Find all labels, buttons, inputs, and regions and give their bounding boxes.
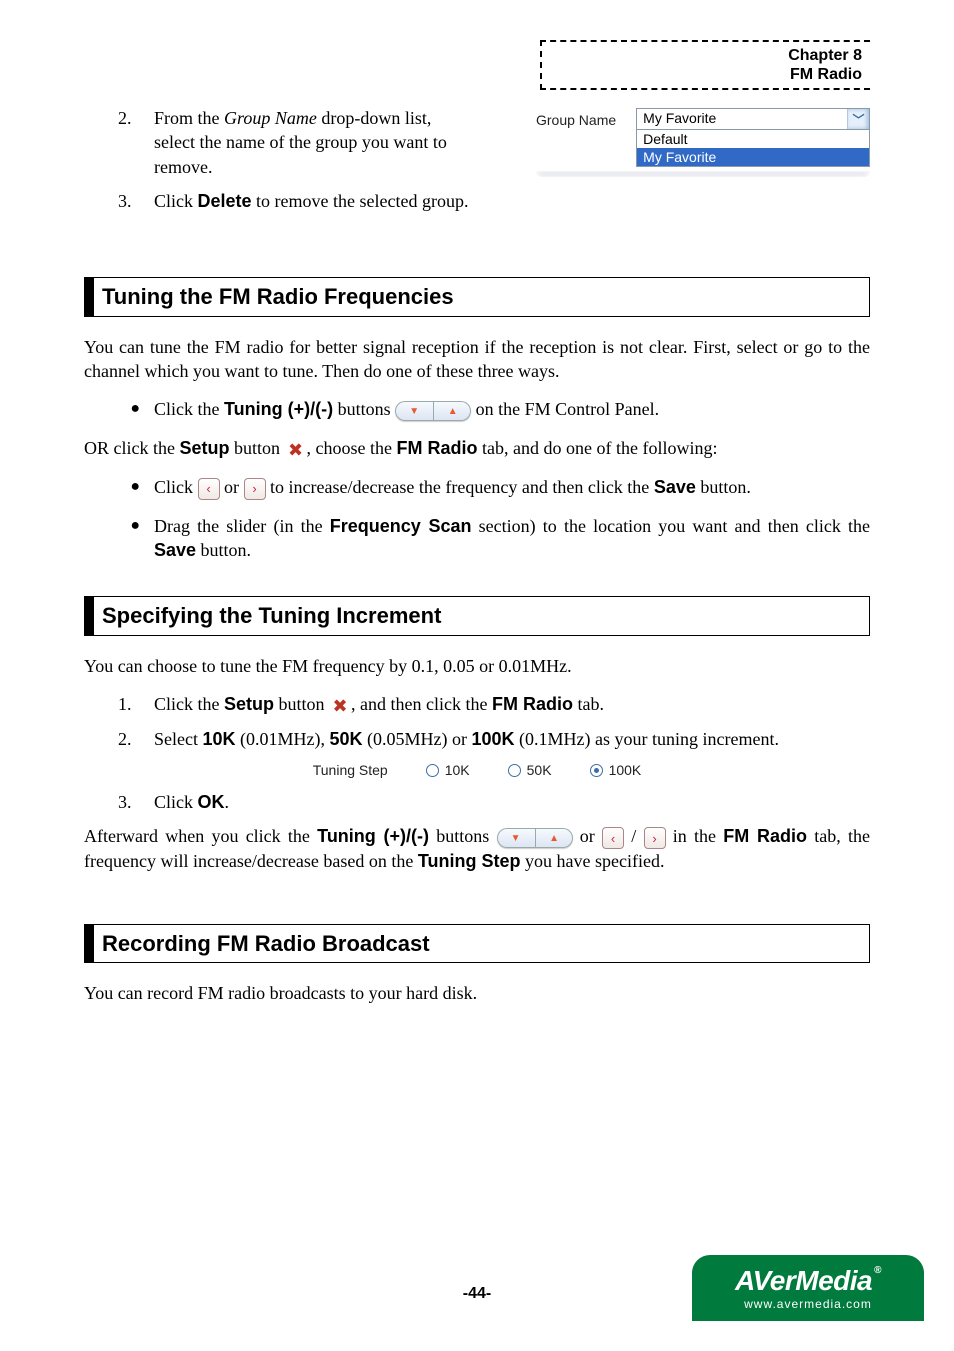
bullet-tuning-buttons: ● Click the Tuning (+)/(-) buttons ▼▲ on… bbox=[84, 397, 870, 421]
section-heading-tuning: Tuning the FM Radio Frequencies bbox=[84, 277, 870, 317]
step-3: 3. Click Delete to remove the selected g… bbox=[84, 189, 870, 213]
widget-decor bbox=[536, 171, 870, 177]
bullet-icon: ● bbox=[84, 514, 154, 563]
tuning-up-down-icon: ▼▲ bbox=[497, 828, 573, 848]
chapter-header: Chapter 8 FM Radio bbox=[540, 40, 870, 90]
avermedia-logo: AVerMedia® www.avermedia.com bbox=[692, 1255, 924, 1321]
section2-step1: 1. Click the Setup button ✖, and then cl… bbox=[84, 692, 870, 717]
radio-10k[interactable]: 10K bbox=[426, 761, 470, 780]
section2-intro: You can choose to tune the FM frequency … bbox=[84, 654, 870, 678]
chapter-line2: FM Radio bbox=[550, 65, 862, 84]
section-heading-recording: Recording FM Radio Broadcast bbox=[84, 924, 870, 964]
radio-50k[interactable]: 50K bbox=[508, 761, 552, 780]
section2-step3: 3. Click OK. bbox=[84, 790, 870, 814]
logo-url: www.avermedia.com bbox=[744, 1297, 872, 1311]
radio-100k[interactable]: 100K bbox=[590, 761, 642, 780]
group-name-option[interactable]: My Favorite bbox=[637, 148, 869, 166]
step-text: Click Delete to remove the selected grou… bbox=[154, 189, 870, 213]
section2-step2: 2. Select 10K (0.01MHz), 50K (0.05MHz) o… bbox=[84, 727, 870, 751]
setup-icon: ✖ bbox=[329, 695, 351, 717]
section2-after: Afterward when you click the Tuning (+)/… bbox=[84, 824, 870, 873]
group-name-label: Group Name bbox=[536, 108, 616, 128]
section1-or-line: OR click the Setup button ✖, choose the … bbox=[84, 436, 870, 461]
group-name-widget: Group Name My Favorite ﹀ Default My Favo… bbox=[536, 108, 870, 177]
tuning-up-down-icon: ▼▲ bbox=[395, 401, 471, 421]
section-heading-increment: Specifying the Tuning Increment bbox=[84, 596, 870, 636]
bullet-slider: ● Drag the slider (in the Frequency Scan… bbox=[84, 514, 870, 563]
arrow-right-icon: › bbox=[644, 827, 666, 849]
arrow-right-icon: › bbox=[244, 478, 266, 500]
setup-icon: ✖ bbox=[285, 439, 307, 461]
step-number: 3. bbox=[84, 790, 154, 814]
group-name-options: Default My Favorite bbox=[636, 130, 870, 167]
section1-intro: You can tune the FM radio for better sig… bbox=[84, 335, 870, 384]
tuning-step-label: Tuning Step bbox=[313, 761, 388, 780]
chapter-line1: Chapter 8 bbox=[550, 46, 862, 65]
bullet-icon: ● bbox=[84, 397, 154, 421]
arrow-left-icon: ‹ bbox=[602, 827, 624, 849]
tuning-step-radio-group: Tuning Step 10K 50K 100K bbox=[84, 761, 870, 780]
section3-intro: You can record FM radio broadcasts to yo… bbox=[84, 981, 870, 1005]
group-name-selected: My Favorite bbox=[637, 109, 847, 129]
step-number: 2. bbox=[84, 106, 154, 179]
group-name-dropdown[interactable]: My Favorite ﹀ bbox=[636, 108, 870, 130]
step-number: 2. bbox=[84, 727, 154, 751]
step-text: From the Group Name drop-down list, sele… bbox=[154, 106, 464, 179]
bullet-icon: ● bbox=[84, 475, 154, 500]
logo-text: AVerMedia® bbox=[735, 1265, 881, 1297]
step-number: 1. bbox=[84, 692, 154, 717]
bullet-arrow-buttons: ● Click ‹ or › to increase/decrease the … bbox=[84, 475, 870, 500]
chevron-down-icon[interactable]: ﹀ bbox=[847, 109, 869, 129]
step-number: 3. bbox=[84, 189, 154, 213]
group-name-option[interactable]: Default bbox=[637, 130, 869, 148]
arrow-left-icon: ‹ bbox=[198, 478, 220, 500]
